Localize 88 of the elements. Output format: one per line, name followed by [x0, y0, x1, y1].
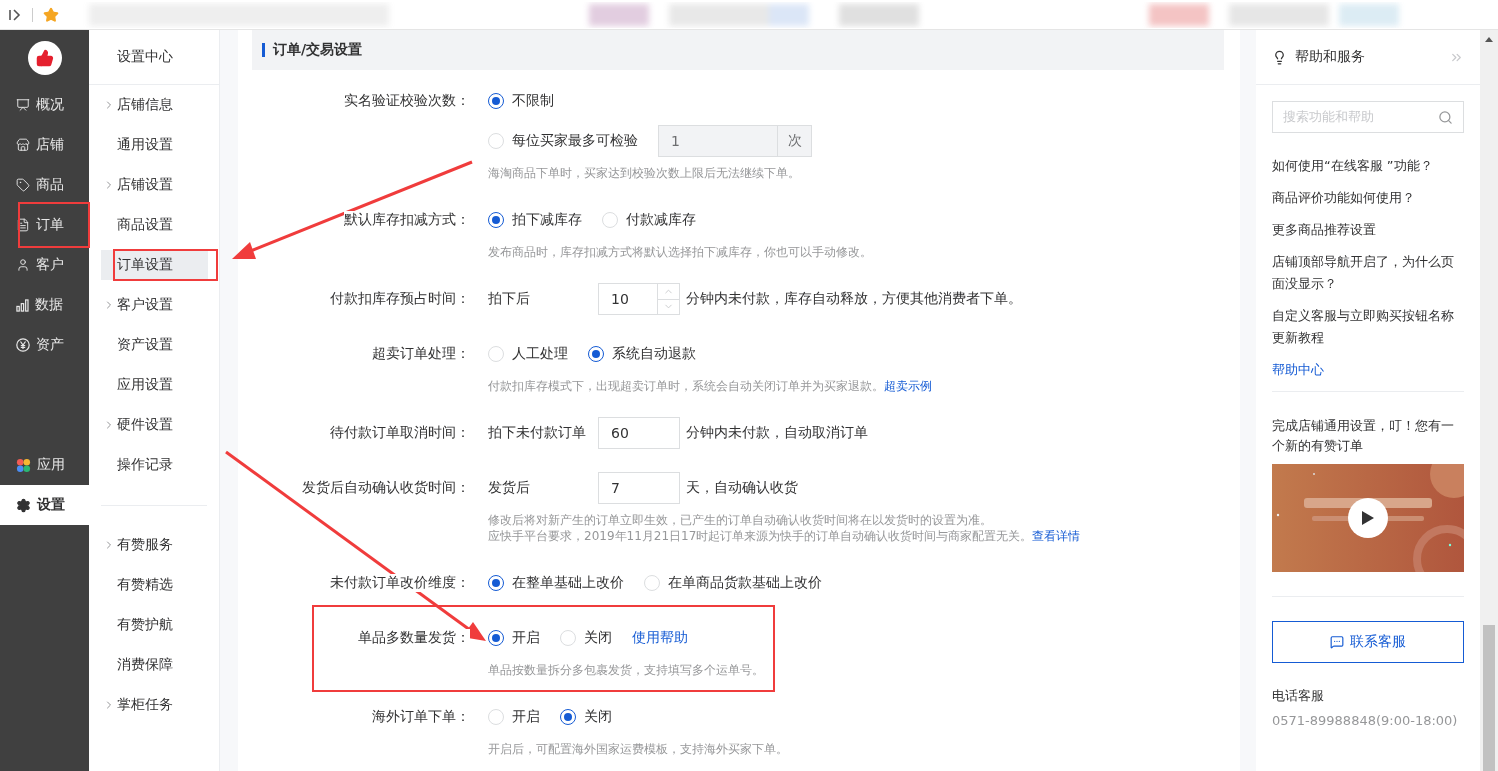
nav-item[interactable]: 店铺设置	[101, 170, 208, 200]
phone-number: 0571-89988848(9:00-18:00)	[1272, 713, 1459, 728]
logo[interactable]	[27, 40, 62, 75]
radio-option[interactable]: 关闭	[560, 629, 612, 647]
sidebar-toggle-icon[interactable]	[8, 7, 22, 22]
help-article-link[interactable]: 自定义客服与立即购买按钮名称更新教程	[1272, 305, 1464, 349]
store-icon	[16, 138, 30, 152]
radio-option[interactable]: 在整单基础上改价	[488, 574, 624, 592]
scroll-thumb[interactable]	[1483, 625, 1495, 771]
play-icon	[1361, 510, 1375, 526]
radio-option[interactable]: 人工处理	[488, 345, 568, 363]
promo-text: 完成店铺通用设置，叮！您有一个新的有赞订单	[1272, 417, 1455, 455]
nav-item[interactable]: 店铺	[0, 125, 89, 165]
field-text: 发货后	[488, 479, 530, 495]
panel-title: 帮助和服务	[1295, 48, 1366, 66]
hint-link[interactable]: 查看详情	[1032, 529, 1081, 543]
chat-icon	[1330, 635, 1344, 649]
field-text: 分钟内未付款，库存自动释放，方便其他消费者下单。	[686, 290, 1022, 306]
nav-item[interactable]: 资产	[0, 325, 89, 365]
nav-item[interactable]: 硬件设置	[101, 410, 208, 440]
help-center-link[interactable]: 帮助中心	[1272, 359, 1324, 381]
field-text: 分钟内未付款，自动取消订单	[686, 424, 868, 440]
radio-option[interactable]: 开启	[488, 708, 540, 726]
nav-item[interactable]: 客户	[0, 245, 89, 285]
help-article-link[interactable]: 更多商品推荐设置	[1272, 219, 1464, 241]
field-text: 拍下未付款订单	[488, 424, 586, 440]
nav-item[interactable]: 订单	[0, 205, 89, 245]
scrollbar[interactable]	[1480, 30, 1498, 771]
help-article-link[interactable]: 如何使用“在线客服 ”功能？	[1272, 155, 1464, 177]
nav-item[interactable]: 店铺信息	[101, 90, 208, 120]
radio-option[interactable]: 关闭	[560, 708, 612, 726]
scroll-up-icon[interactable]	[1485, 36, 1493, 42]
nav-item[interactable]: 有赞服务	[101, 530, 208, 560]
hint-text: 开启后，可配置海外国家运费模板，支持海外买家下单。	[488, 741, 789, 757]
nav-item[interactable]: 消费保障	[101, 650, 208, 680]
hint-text: 单品按数量拆分多包裹发货，支持填写多个运单号。	[488, 662, 765, 678]
nav-item[interactable]: 设置	[0, 485, 89, 525]
star-icon[interactable]	[43, 6, 59, 23]
help-article-link[interactable]: 商品评价功能如何使用？	[1272, 187, 1464, 209]
search-icon[interactable]	[1438, 109, 1453, 125]
hint-text: 海淘商品下单时，买家达到校验次数上限后无法继续下单。	[488, 165, 801, 181]
nav-item[interactable]: 通用设置	[101, 130, 208, 160]
nav-item[interactable]: 商品设置	[101, 210, 208, 240]
nav-item[interactable]: 数据	[0, 285, 89, 325]
radio-option[interactable]: 系统自动退款	[588, 345, 696, 363]
radio-option[interactable]: 开启	[488, 629, 540, 647]
number-input[interactable]: 7	[598, 472, 680, 504]
nav-item[interactable]: 有赞护航	[101, 610, 208, 640]
nav-item[interactable]: 应用	[0, 445, 89, 485]
field-text: 拍下后	[488, 290, 530, 306]
nav-item[interactable]: 资产设置	[101, 330, 208, 360]
tag-icon	[16, 178, 30, 192]
presentation-icon	[16, 98, 30, 112]
apps-icon	[16, 457, 31, 473]
hint-link[interactable]: 超卖示例	[884, 379, 932, 393]
nav-item[interactable]: 概况	[0, 85, 89, 125]
nav-item[interactable]: 客户设置	[101, 290, 208, 320]
hint-text: 应快手平台要求，2019年11月21日17时起订单来源为快手的订单自动确认收货时间与商家配置无关。查看详情	[488, 528, 1082, 544]
nav-item[interactable]: 商品	[0, 165, 89, 205]
radio-option[interactable]: 每位买家最多可检验	[488, 132, 638, 150]
nav-item[interactable]: 应用设置	[101, 370, 208, 400]
nav-item[interactable]: 订单设置	[101, 250, 208, 280]
nav-title: 设置中心	[117, 48, 173, 66]
section-title: 订单/交易设置	[273, 41, 363, 59]
lightbulb-icon	[1272, 49, 1287, 65]
radio-option[interactable]: 付款减库存	[602, 211, 696, 229]
settings-icon	[16, 497, 31, 513]
hint-text: 发布商品时，库存扣减方式将默认选择拍下减库存，你也可以手动修改。	[488, 244, 873, 260]
contact-service-button[interactable]: 联系客服	[1272, 621, 1464, 663]
help-link[interactable]: 使用帮助	[632, 629, 688, 647]
hint-text: 付款扣库存模式下，出现超卖订单时，系统会自动关闭订单并为买家退款。超卖示例	[488, 378, 933, 394]
radio-option[interactable]: 不限制	[488, 92, 554, 110]
nav-item[interactable]: 有赞精选	[101, 570, 208, 600]
nav-item[interactable]: 操作记录	[101, 450, 208, 480]
phone-label: 电话客服	[1272, 687, 1325, 705]
radio-option[interactable]: 在单商品货款基础上改价	[644, 574, 822, 592]
radio-option[interactable]: 拍下减库存	[488, 211, 582, 229]
thumbs-up-icon	[35, 48, 54, 67]
nav-item[interactable]: 掌柜任务	[101, 690, 208, 720]
number-input[interactable]: 60	[598, 417, 680, 449]
bar-chart-icon	[16, 298, 29, 312]
help-article-link[interactable]: 店铺顶部导航开启了，为什么页面没显示？	[1272, 251, 1464, 295]
field-label: 单品多数量发货：	[358, 629, 470, 647]
yen-icon	[16, 338, 30, 352]
user-icon	[16, 258, 30, 272]
number-stepper[interactable]: 10	[598, 283, 680, 315]
field-text: 天，自动确认收货	[686, 479, 798, 495]
hint-text: 修改后将对新产生的订单立即生效，已产生的订单自动确认收货时间将在以发货时的设置为准。	[488, 512, 993, 528]
